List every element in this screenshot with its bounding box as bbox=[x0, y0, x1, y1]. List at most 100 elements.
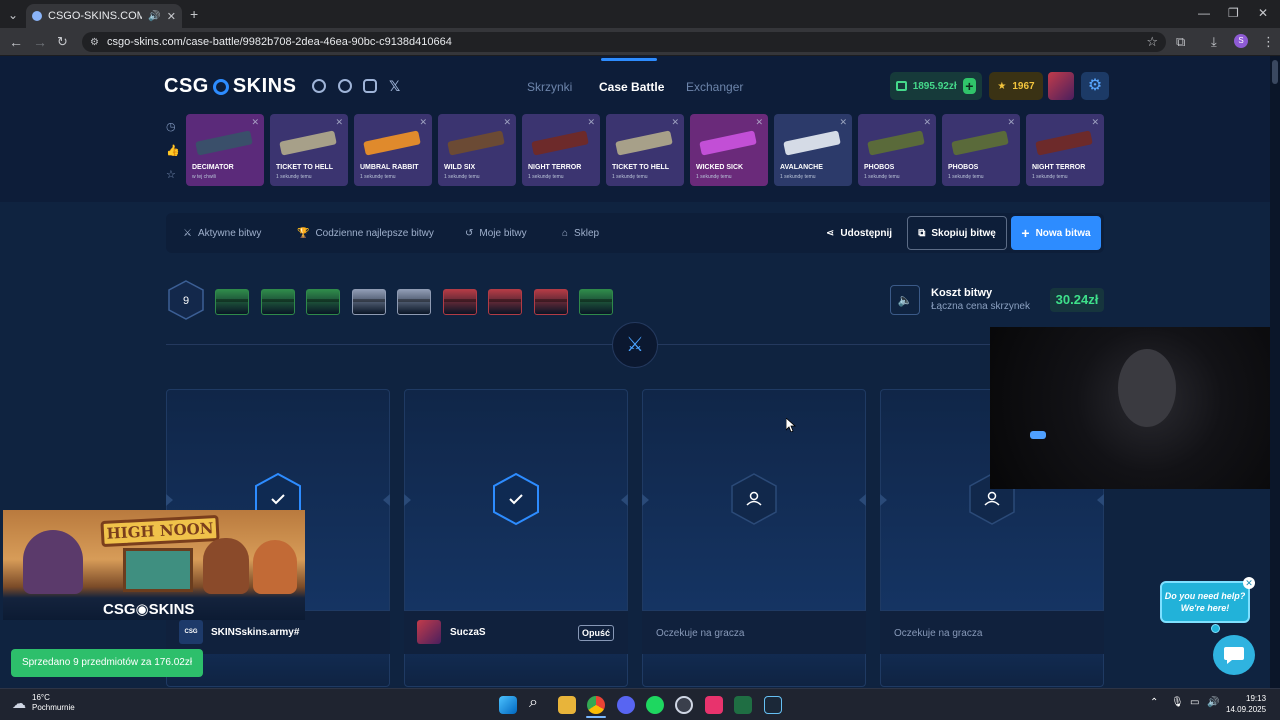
case-thumbnail[interactable] bbox=[397, 289, 431, 315]
drop-card[interactable]: ✕ DECIMATOR w tej chwili bbox=[186, 114, 264, 186]
case-thumbnail[interactable] bbox=[533, 289, 568, 315]
start-windows-icon[interactable] bbox=[499, 696, 517, 714]
copy-battle-button[interactable]: ⧉ Skopiuj bitwę bbox=[907, 216, 1007, 250]
page-scrollbar[interactable] bbox=[1270, 56, 1280, 688]
case-thumbnail[interactable] bbox=[260, 289, 295, 315]
case-thumbnail[interactable] bbox=[442, 289, 477, 315]
waiting-user-icon[interactable] bbox=[730, 472, 778, 526]
drop-close-icon[interactable]: ✕ bbox=[251, 117, 259, 128]
drop-close-icon[interactable]: ✕ bbox=[419, 117, 427, 128]
drop-close-icon[interactable]: ✕ bbox=[755, 117, 763, 128]
drop-close-icon[interactable]: ✕ bbox=[1091, 117, 1099, 128]
tab-close-icon[interactable]: ✕ bbox=[167, 10, 176, 23]
window-close-icon[interactable]: ✕ bbox=[1258, 7, 1268, 19]
drop-card[interactable]: ✕ NIGHT TERROR 1 sekundę temu bbox=[522, 114, 600, 186]
tab-active-battles[interactable]: ⚔ Aktywne bitwy bbox=[183, 228, 261, 239]
browser-tab[interactable]: CSGO-SKINS.COM - Najlep 🔊 ✕ bbox=[26, 4, 182, 28]
help-close-icon[interactable]: ✕ bbox=[1243, 577, 1255, 589]
nav-skrzynki[interactable]: Skrzynki bbox=[527, 80, 572, 94]
taskbar-clock[interactable]: 19:13 14.09.2025 bbox=[1226, 693, 1266, 715]
reload-icon[interactable]: ↻ bbox=[57, 35, 68, 48]
obs-icon[interactable] bbox=[675, 696, 693, 714]
drop-close-icon[interactable]: ✕ bbox=[923, 117, 931, 128]
address-bar[interactable]: ⚙ csgo-skins.com/case-battle/9982b708-2d… bbox=[82, 32, 1166, 52]
settings-gear-icon[interactable]: ⚙ bbox=[1081, 72, 1109, 100]
tray-chevron-icon[interactable]: ⌃ bbox=[1150, 697, 1158, 708]
download-icon[interactable]: ⤓ bbox=[1211, 35, 1217, 48]
drop-close-icon[interactable]: ✕ bbox=[671, 117, 679, 128]
tab-my-battles[interactable]: ↺ Moje bitwy bbox=[465, 228, 527, 239]
profile-avatar[interactable]: S bbox=[1234, 34, 1248, 48]
chat-button[interactable] bbox=[1213, 635, 1255, 675]
steam-icon[interactable] bbox=[764, 696, 782, 714]
weather-widget[interactable]: ☁ 16°C Pochmurnie bbox=[12, 693, 75, 713]
share-button[interactable]: ⋖ Udostępnij bbox=[826, 228, 892, 239]
spotify-icon[interactable] bbox=[646, 696, 664, 714]
drop-card[interactable]: ✕ WICKED SICK 1 sekundę temu bbox=[690, 114, 768, 186]
drop-close-icon[interactable]: ✕ bbox=[503, 117, 511, 128]
drop-card[interactable]: ✕ PHOBOS 1 sekundę temu bbox=[942, 114, 1020, 186]
discord-app-icon[interactable] bbox=[617, 696, 635, 714]
tab-search-icon[interactable]: ⌄ bbox=[8, 9, 18, 21]
x-twitter-icon[interactable]: 𝕏 bbox=[389, 78, 400, 95]
points-box[interactable]: ★ 1967 bbox=[989, 72, 1043, 100]
drop-card[interactable]: ✕ PHOBOS 1 sekundę temu bbox=[858, 114, 936, 186]
drop-card[interactable]: ✕ TICKET TO HELL 1 sekundę temu bbox=[606, 114, 684, 186]
new-tab-icon[interactable]: + bbox=[190, 7, 198, 21]
drop-card[interactable]: ✕ NIGHT TERROR 1 sekundę temu bbox=[1026, 114, 1104, 186]
drop-card[interactable]: ✕ AVALANCHE 1 sekundę temu bbox=[774, 114, 852, 186]
case-thumbnail[interactable] bbox=[215, 289, 249, 315]
tab-shop[interactable]: ⌂ Sklep bbox=[562, 228, 599, 239]
drop-card[interactable]: ✕ WILD SIX 1 sekundę temu bbox=[438, 114, 516, 186]
scrollbar-thumb[interactable] bbox=[1272, 60, 1278, 84]
drop-close-icon[interactable]: ✕ bbox=[335, 117, 343, 128]
help-bubble[interactable]: Do you need help? We're here! bbox=[1160, 581, 1250, 623]
favorites-star-icon[interactable]: ☆ bbox=[166, 168, 176, 181]
extensions-icon[interactable]: ⧉ bbox=[1176, 35, 1185, 48]
site-logo[interactable]: CSG SKINS bbox=[164, 75, 296, 98]
recent-clock-icon[interactable]: ◷ bbox=[166, 120, 176, 133]
app-icon[interactable] bbox=[705, 696, 723, 714]
speaker-icon[interactable]: 🔊 bbox=[148, 11, 160, 22]
chrome-icon[interactable] bbox=[587, 696, 605, 714]
thumbs-up-icon[interactable]: 👍 bbox=[166, 144, 180, 157]
tab-daily-best-label: Codzienne najlepsze bitwy bbox=[315, 228, 434, 239]
taskbar-search-icon[interactable]: ⌕ bbox=[529, 694, 538, 712]
network-icon[interactable]: ▭ bbox=[1190, 697, 1199, 708]
menu-kebab-icon[interactable]: ⋮ bbox=[1262, 35, 1275, 48]
file-explorer-icon[interactable] bbox=[558, 696, 576, 714]
microphone-icon[interactable]: 🎙 bbox=[1171, 697, 1184, 708]
new-battle-button[interactable]: + Nowa bitwa bbox=[1011, 216, 1101, 250]
volume-icon[interactable]: 🔊 bbox=[1207, 697, 1219, 708]
case-thumbnail[interactable] bbox=[306, 289, 340, 315]
leave-button[interactable]: Opuść bbox=[578, 625, 614, 641]
drop-close-icon[interactable]: ✕ bbox=[1007, 117, 1015, 128]
site-info-icon[interactable]: ⚙ bbox=[90, 37, 99, 48]
drop-close-icon[interactable]: ✕ bbox=[839, 117, 847, 128]
case-thumbnail[interactable] bbox=[351, 289, 386, 315]
discord-icon[interactable] bbox=[312, 79, 326, 93]
restore-icon[interactable]: ❐ bbox=[1228, 7, 1239, 19]
case-thumbnail[interactable] bbox=[488, 289, 522, 315]
drop-close-icon[interactable]: ✕ bbox=[587, 117, 595, 128]
drop-card[interactable]: ✕ UMBRAL RABBIT 1 sekundę temu bbox=[354, 114, 432, 186]
drop-card[interactable]: ✕ TICKET TO HELL 1 sekundę temu bbox=[270, 114, 348, 186]
deposit-plus-button[interactable]: + bbox=[962, 78, 976, 94]
sound-toggle-button[interactable]: 🔈 bbox=[890, 285, 920, 315]
forward-icon[interactable]: → bbox=[33, 35, 47, 49]
excel-icon[interactable] bbox=[734, 696, 752, 714]
back-icon[interactable]: ← bbox=[9, 35, 23, 49]
balance-box[interactable]: 1895.92zł + bbox=[890, 72, 982, 100]
tab-daily-best[interactable]: 🏆 Codzienne najlepsze bitwy bbox=[297, 228, 434, 239]
case-thumbnail[interactable] bbox=[579, 289, 613, 315]
nav-case-battle[interactable]: Case Battle bbox=[599, 80, 664, 94]
bookmark-star-icon[interactable]: ☆ bbox=[1146, 34, 1158, 50]
user-avatar[interactable] bbox=[1048, 72, 1074, 100]
minimize-icon[interactable]: — bbox=[1198, 7, 1210, 19]
instagram-icon[interactable] bbox=[363, 79, 377, 93]
weapon-image bbox=[279, 130, 337, 156]
promo-banner[interactable]: HIGH NOON CSG◉SKINS bbox=[3, 510, 305, 620]
nav-exchanger[interactable]: Exchanger bbox=[686, 80, 743, 94]
facebook-icon[interactable] bbox=[338, 79, 352, 93]
slot-arrow-right bbox=[880, 494, 887, 506]
